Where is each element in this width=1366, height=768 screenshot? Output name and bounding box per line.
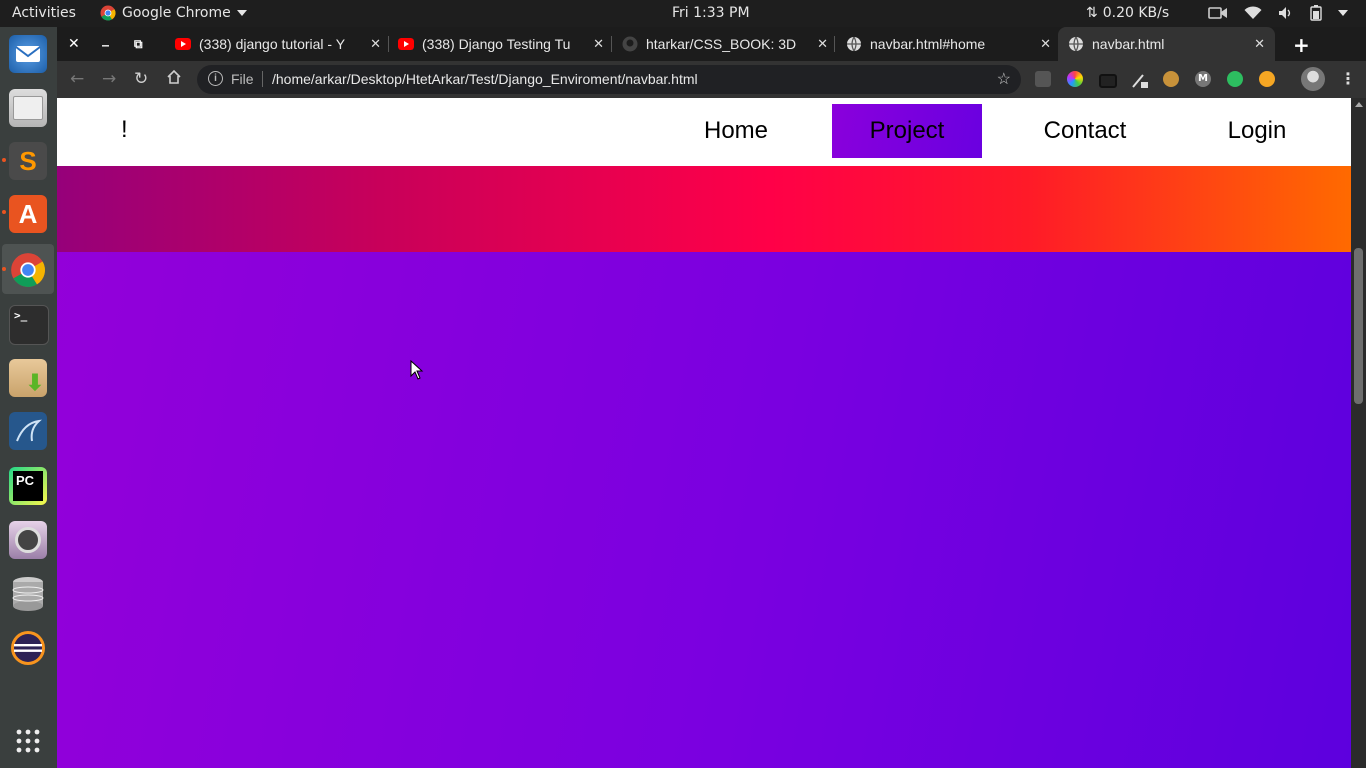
- tab-navbar-home[interactable]: navbar.html#home ✕: [846, 27, 1051, 61]
- wifi-icon: [1244, 6, 1262, 19]
- camera-indicator-icon: [1208, 7, 1227, 19]
- app-name: Google Chrome: [122, 5, 231, 21]
- activities-button[interactable]: Activities: [12, 5, 76, 21]
- tab-close-icon[interactable]: ✕: [593, 36, 604, 52]
- nav-link-project[interactable]: Project: [832, 104, 982, 158]
- tab-separator: [388, 36, 389, 52]
- network-speed: ⇅ 0.20 KB/s: [1086, 5, 1169, 21]
- sublime-text-icon[interactable]: S: [9, 142, 47, 180]
- kebab-menu-icon[interactable]: ⋮: [1340, 69, 1356, 88]
- chrome-icon[interactable]: [9, 251, 47, 289]
- tab-title: (338) django tutorial - Y: [199, 36, 346, 52]
- eclipse-icon[interactable]: [9, 629, 47, 667]
- reload-icon[interactable]: ↻: [134, 70, 148, 88]
- extension-pen-icon[interactable]: [1131, 71, 1148, 88]
- forward-arrow-icon[interactable]: →: [102, 70, 116, 88]
- mysql-workbench-icon[interactable]: [9, 412, 47, 450]
- running-indicator: [2, 267, 6, 271]
- site-info-icon[interactable]: i: [208, 71, 223, 86]
- extension-cookie-icon[interactable]: [1163, 71, 1179, 87]
- system-tray[interactable]: [1208, 5, 1348, 21]
- gradient-banner: [57, 166, 1351, 252]
- nav-link-login[interactable]: Login: [1187, 104, 1327, 158]
- page-viewport: ! Home Project Contact Login: [57, 98, 1351, 768]
- github-icon: [622, 36, 638, 52]
- scrollbar-thumb[interactable]: [1354, 248, 1363, 404]
- site-navbar: ! Home Project Contact Login: [57, 98, 1351, 166]
- tab-title: navbar.html#home: [870, 36, 986, 52]
- tab-close-icon[interactable]: ✕: [1254, 36, 1265, 52]
- tab-close-icon[interactable]: ✕: [370, 36, 381, 52]
- archive-manager-icon[interactable]: ⬇: [9, 359, 47, 397]
- running-indicator: [2, 158, 6, 162]
- globe-icon: [1069, 36, 1083, 52]
- window-minimize-icon[interactable]: _: [102, 31, 109, 47]
- tab-title: (338) Django Testing Tu: [422, 36, 571, 52]
- app-grid-icon[interactable]: [9, 722, 47, 760]
- extension-evernote-icon[interactable]: [1227, 71, 1243, 87]
- window-restore-icon[interactable]: ⧉: [134, 37, 143, 52]
- nav-link-contact[interactable]: Contact: [1017, 104, 1153, 158]
- globe-icon: [847, 36, 861, 52]
- tab-separator: [611, 36, 612, 52]
- thunderbird-icon[interactable]: [9, 35, 47, 73]
- url-text[interactable]: /home/arkar/Desktop/HtetArkar/Test/Djang…: [272, 71, 698, 87]
- tab-close-icon[interactable]: ✕: [817, 36, 828, 52]
- extension-m-icon[interactable]: M: [1195, 71, 1211, 87]
- tab-title: navbar.html: [1092, 36, 1165, 52]
- nav-link-home[interactable]: Home: [669, 104, 803, 158]
- tab-django-tutorial[interactable]: (338) django tutorial - Y ✕: [175, 27, 381, 61]
- tab-django-testing[interactable]: (338) Django Testing Tu ✕: [398, 27, 604, 61]
- software-center-icon[interactable]: A: [9, 195, 47, 233]
- browser-toolbar: ← → ↻ i File /home/arkar/Desktop/HtetArk…: [57, 61, 1366, 98]
- system-top-bar: Activities Google Chrome Fri 1:33 PM ⇅ 0…: [0, 0, 1366, 27]
- tab-strip: ✕ _ ⧉ (338) django tutorial - Y ✕ (338) …: [57, 27, 1366, 61]
- network-speed-value: 0.20 KB/s: [1102, 5, 1170, 21]
- tab-title: htarkar/CSS_BOOK: 3D: [646, 36, 797, 52]
- tab-close-icon[interactable]: ✕: [1040, 36, 1051, 52]
- address-bar[interactable]: i File /home/arkar/Desktop/HtetArkar/Tes…: [197, 65, 1021, 94]
- tab-navbar-active[interactable]: navbar.html ✕: [1058, 27, 1275, 61]
- extension-orange-icon[interactable]: [1259, 71, 1275, 87]
- omnibox-separator: [262, 71, 263, 87]
- tab-separator: [834, 36, 835, 52]
- database-icon[interactable]: [9, 575, 47, 613]
- terminal-icon[interactable]: >_: [9, 305, 49, 345]
- back-arrow-icon[interactable]: ←: [70, 70, 84, 88]
- scroll-up-arrow-icon[interactable]: [1355, 102, 1363, 107]
- mouse-cursor-icon: [410, 360, 424, 380]
- battery-icon: [1310, 5, 1322, 21]
- youtube-icon: [398, 38, 414, 50]
- extension-youtube-icon[interactable]: [1099, 74, 1117, 88]
- profile-avatar[interactable]: [1301, 67, 1325, 91]
- app-menu[interactable]: Google Chrome: [100, 5, 247, 21]
- home-icon[interactable]: [166, 69, 182, 89]
- extension-color-icon[interactable]: [1067, 71, 1083, 87]
- page-scrollbar[interactable]: [1351, 98, 1366, 768]
- chrome-icon: [100, 5, 116, 21]
- tab-github-css-book[interactable]: htarkar/CSS_BOOK: 3D ✕: [622, 27, 828, 61]
- site-brand[interactable]: !: [121, 116, 128, 144]
- dock: S A >_ ⬇ PC: [0, 27, 57, 768]
- running-indicator: [2, 210, 6, 214]
- clock[interactable]: Fri 1:33 PM: [672, 5, 750, 21]
- new-tab-icon[interactable]: +: [1293, 33, 1310, 57]
- system-menu-chevron-icon: [1338, 10, 1348, 16]
- chevron-down-icon: [236, 10, 247, 16]
- camera-icon[interactable]: [9, 521, 47, 559]
- extension-cube-icon[interactable]: [1035, 71, 1051, 87]
- updown-arrows-icon: ⇅: [1086, 5, 1098, 21]
- youtube-icon: [175, 38, 191, 50]
- bookmark-star-icon[interactable]: ☆: [997, 69, 1011, 89]
- window-close-icon[interactable]: ✕: [68, 36, 80, 52]
- pycharm-icon[interactable]: PC: [9, 467, 47, 505]
- volume-icon: [1279, 7, 1291, 19]
- files-icon[interactable]: [9, 89, 47, 127]
- url-scheme: File: [231, 71, 254, 87]
